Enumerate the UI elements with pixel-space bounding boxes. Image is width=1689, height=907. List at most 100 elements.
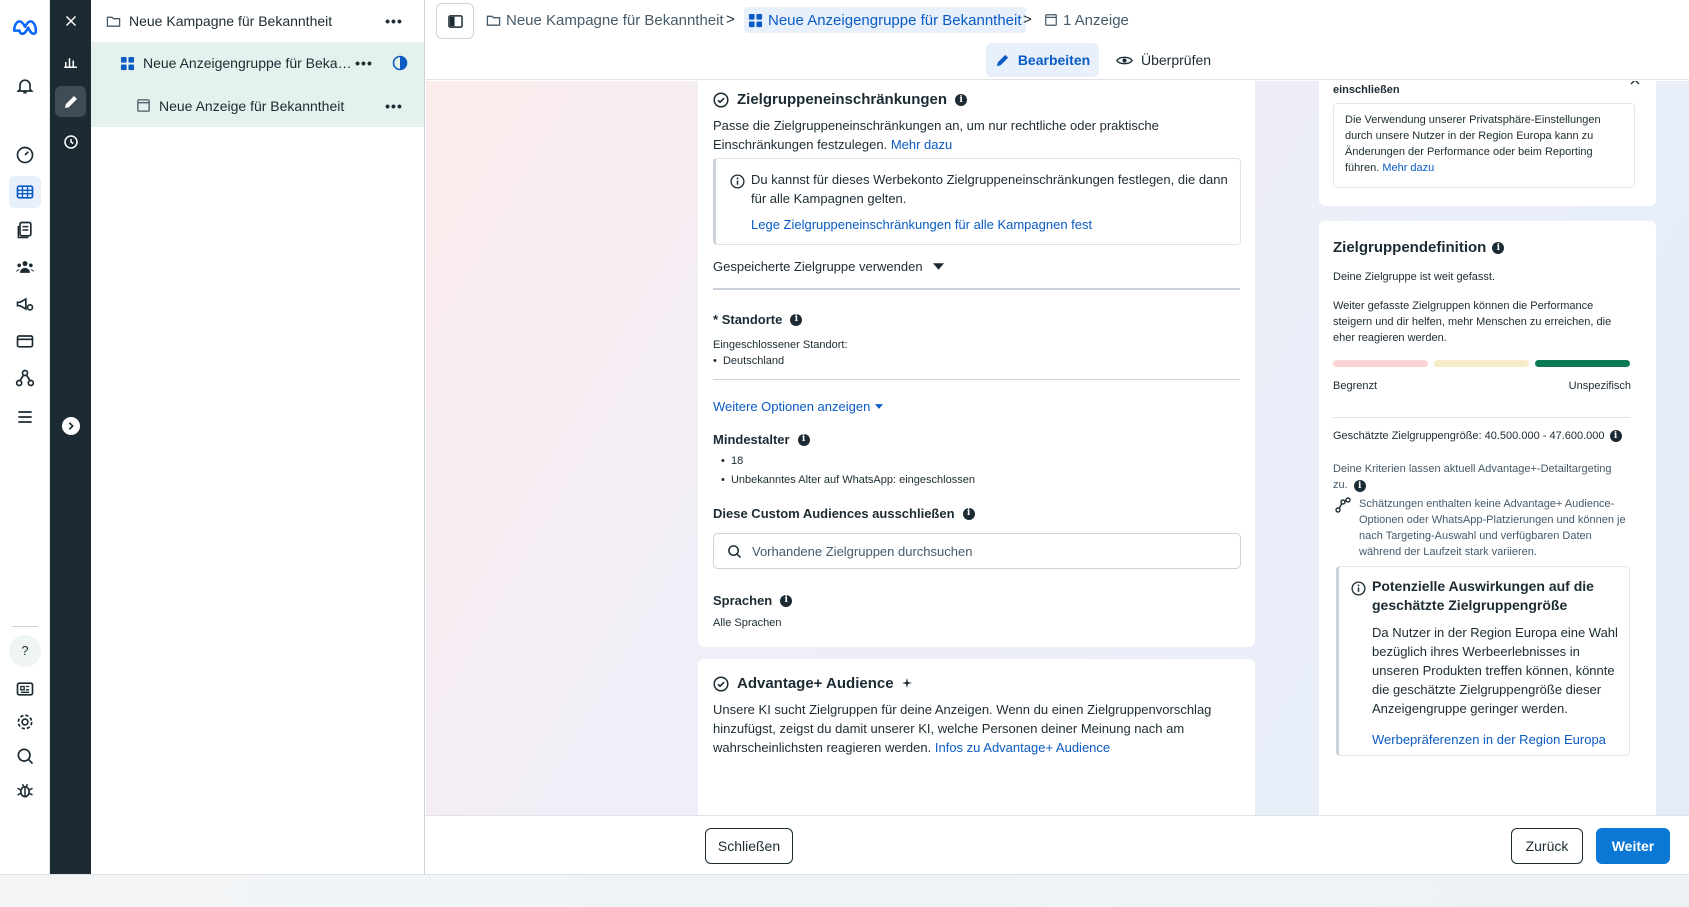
breadcrumb-label: 1 Anzeige [1063,11,1129,29]
impact-text: Da Nutzer in der Region Europa eine Wahl… [1372,625,1618,716]
campaign-settings-megaphone-icon[interactable] [9,288,41,320]
next-button[interactable]: Weiter [1596,828,1670,864]
info-icon[interactable]: i [1492,241,1505,254]
editor-footer: Schließen Zurück Weiter [426,815,1689,874]
info-icon[interactable]: i [955,93,968,106]
events-manager-icon[interactable] [9,362,41,394]
panel-layout-icon [447,14,463,28]
exclude-audiences-heading: Diese Custom Audiences ausschließen i [713,504,975,523]
close-button-label: Schließen [717,838,781,854]
info-icon[interactable]: i [780,594,793,607]
required-asterisk: * [713,312,719,327]
close-editor-x-icon[interactable] [55,5,86,36]
all-tools-menu-icon[interactable] [9,401,41,433]
tree-item-campaign[interactable]: Neue Kampagne für Bekanntheit ••• [91,0,424,42]
locations-label: Standorte [721,312,783,327]
review-mode-button[interactable]: Überprüfen [1116,43,1211,77]
min-age-list-item: • 18 [721,455,744,467]
exclude-label: Diese Custom Audiences ausschließen [713,506,955,521]
window-bottom-strip [0,874,1689,907]
advantage-info-link[interactable]: Infos zu Advantage+ Audience [935,740,1110,755]
pages-icon[interactable] [9,214,41,246]
toggle-panel-button[interactable] [436,3,474,39]
edit-label: Bearbeiten [1017,52,1091,68]
definition-title: Zielgruppendefinition [1333,239,1487,256]
search-icon[interactable] [9,740,41,772]
performance-chart-icon[interactable] [55,46,86,77]
more-options-icon[interactable]: ••• [354,55,374,71]
meter-left-label: Begrenzt [1333,380,1378,392]
report-bug-icon[interactable] [9,774,41,806]
rail-divider [12,626,38,627]
whatsapp-age-value: Unbekanntes Alter auf WhatsApp: eingesch… [730,474,975,486]
edit-mode-button[interactable]: Bearbeiten [986,43,1099,77]
more-options-icon[interactable]: ••• [384,98,404,114]
editor-mode-strip [50,0,91,874]
meta-logo-icon[interactable] [9,10,41,42]
folder-icon [486,13,501,28]
section-heading: Advantage+ Audience [713,675,914,692]
info-outline-icon [1351,581,1366,596]
meter-segment-medium [1434,360,1529,367]
breadcrumb-ad[interactable]: 1 Anzeige [1044,7,1129,33]
help-question-icon[interactable]: ? [9,635,41,667]
privacy-heading: einschließen [1333,84,1400,96]
saved-audience-dropdown[interactable]: Gespeicherte Zielgruppe verwenden [713,257,944,276]
edit-pencil-icon[interactable] [55,86,86,117]
search-placeholder: Vorhandene Zielgruppen durchsuchen [752,543,973,559]
set-restrictions-link[interactable]: Lege Zielgruppeneinschränkungen für alle… [751,215,1092,234]
back-button[interactable]: Zurück [1511,828,1583,864]
check-circle-icon [713,91,729,108]
notifications-bell-icon[interactable] [9,70,41,102]
tree-item-adset[interactable]: Neue Anzeigengruppe für Beka… ••• [91,42,424,84]
audience-search-input[interactable]: Vorhandene Zielgruppen durchsuchen [713,533,1241,569]
expand-chevron-right-icon[interactable] [62,417,80,435]
audiences-people-icon[interactable] [9,251,41,283]
learn-more-link[interactable]: Mehr dazu [891,137,952,152]
info-outline-icon [730,174,745,189]
locations-heading: * Standorte i [713,310,803,329]
ad-preferences-link[interactable]: Werbepräferenzen in der Region Europa [1372,730,1606,749]
history-clock-icon[interactable] [55,126,86,157]
billing-card-icon[interactable] [9,325,41,357]
info-icon[interactable]: i [797,433,810,446]
privacy-learn-more-link[interactable]: Mehr dazu [1382,162,1434,174]
languages-value: Alle Sprachen [713,617,782,629]
back-button-label: Zurück [1525,838,1569,854]
ad-page-icon [135,98,151,114]
advantage-description: Unsere KI sucht Zielgruppen für deine An… [713,700,1243,757]
audience-explain-text: Weiter gefasste Zielgruppen können die P… [1333,300,1612,344]
audience-definition-card: Zielgruppendefinition i Deine Zielgruppe… [1319,221,1656,815]
dashboard-gauge-icon[interactable] [9,139,41,171]
info-icon[interactable]: i [790,313,803,326]
campaign-tree-panel: Neue Kampagne für Bekanntheit ••• Neue A… [91,0,425,874]
estimated-size-row: Geschätzte Zielgruppengröße: 40.500.000 … [1333,428,1622,444]
review-label: Überprüfen [1141,52,1212,68]
show-more-options-link[interactable]: Weitere Optionen anzeigen [713,397,884,416]
breadcrumb-chevron-icon: > [726,11,735,28]
definition-heading: Zielgruppendefinition i [1333,239,1505,256]
breadcrumb-adset[interactable]: Neue Anzeigengruppe für Bekanntheit [744,7,1026,33]
breadcrumb-campaign[interactable]: Neue Kampagne für Bekanntheit [486,7,724,33]
ad-page-icon [1044,13,1058,27]
audience-broad-text: Deine Zielgruppe ist weit gefasst. [1333,271,1496,283]
close-x-icon[interactable] [1630,81,1640,85]
saved-audience-label: Gespeicherte Zielgruppe verwenden [713,259,923,274]
editor-main-area: Zielgruppeneinschränkungen i Passe die Z… [426,81,1689,815]
ads-manager-table-icon[interactable] [9,176,41,208]
pencil-icon [996,54,1008,66]
caret-down-icon [932,263,944,270]
close-button[interactable]: Schließen [705,828,793,864]
criteria-text: Deine Kriterien lassen aktuell Advantage… [1333,463,1612,491]
more-options-icon[interactable]: ••• [384,13,404,29]
privacy-info-box: Die Verwendung unserer Privatsphäre-Eins… [1333,103,1635,188]
adset-grid-icon [119,55,135,71]
info-icon[interactable]: i [962,507,975,520]
info-icon[interactable]: i [1609,430,1622,442]
adset-grid-icon [748,13,763,28]
news-feed-icon[interactable] [9,673,41,705]
settings-gear-icon[interactable] [9,706,41,738]
tree-item-ad[interactable]: Neue Anzeige für Bekanntheit ••• [91,84,424,127]
info-icon[interactable]: i [1353,480,1366,492]
account-restrictions-notice: Du kannst für dieses Werbekonto Zielgrup… [713,158,1241,245]
